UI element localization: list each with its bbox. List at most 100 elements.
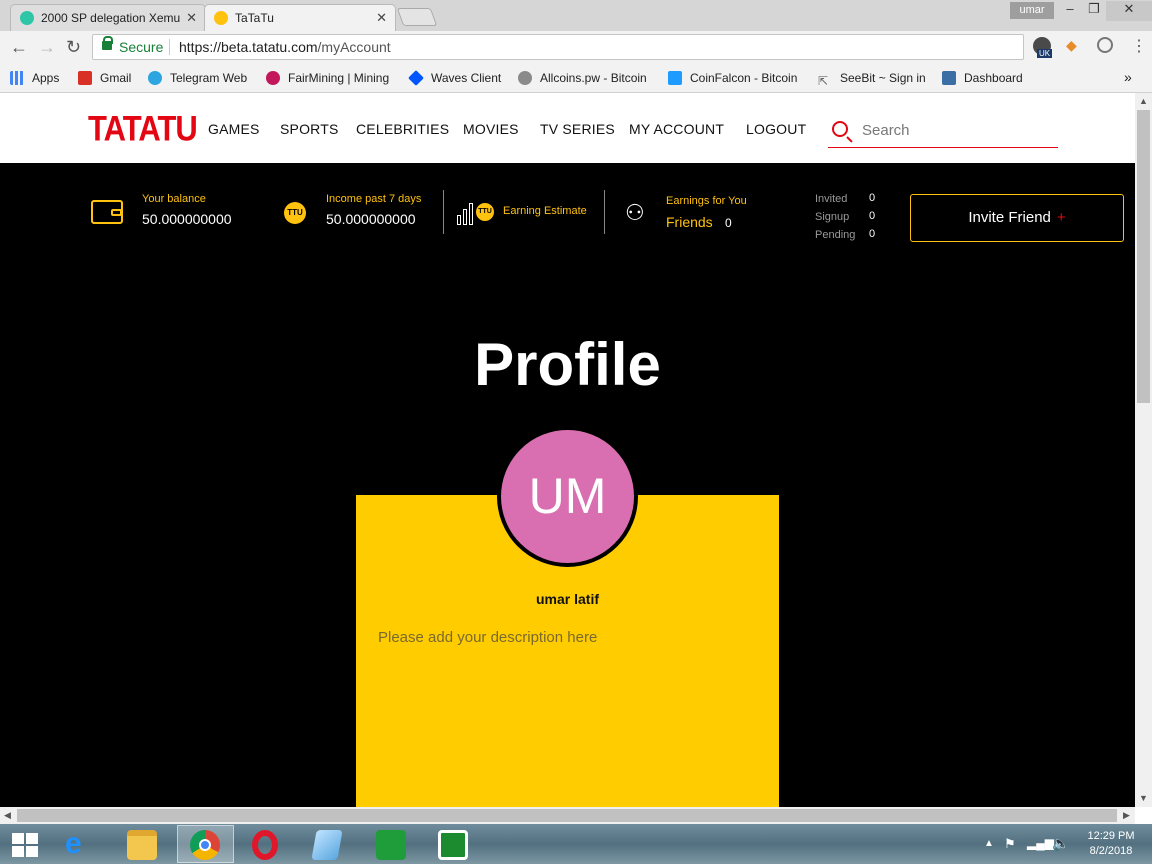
bookmark-dashboard[interactable]: Dashboard [942,71,1023,85]
metamask-fox-icon[interactable]: ◆ [1066,37,1077,54]
bookmarks-bar: Apps Gmail Telegram Web FairMining | Min… [0,64,1152,93]
taskbar-clock[interactable]: 12:29 PM 8/2/2018 [1082,829,1140,859]
nav-my-account[interactable]: MY ACCOUNT [629,121,724,137]
site-header: TATATU GAMES SPORTS CELEBRITIES MOVIES T… [0,93,1135,163]
notes-app-icon[interactable] [311,830,343,860]
windows-taskbar: e ▲ ⚑ ▂▄▆ 🔈 12:29 PM 8/2/2018 [0,824,1152,864]
scroll-up-arrow-icon[interactable]: ▲ [1139,96,1148,106]
page-title: Profile [474,331,661,398]
lock-icon [102,36,113,50]
wallet-icon [91,200,123,224]
browser-tab-strip: 2000 SP delegation Xemu ✕ TaTaTu ✕ umar … [0,0,1152,31]
waves-icon [408,70,424,86]
tab-title: TaTaTu [235,11,274,25]
bookmark-telegram[interactable]: Telegram Web [148,71,247,85]
close-tab-icon[interactable]: ✕ [376,10,387,26]
balance-value: 50.000000000 [142,211,232,227]
vertical-scrollbar[interactable]: ▲ ▼ [1135,93,1152,807]
back-arrow-icon[interactable]: ← [10,37,28,58]
income-value: 50.000000000 [326,211,416,227]
seebit-icon: ⇱ [818,74,829,88]
volume-icon[interactable]: 🔈 [1052,835,1069,852]
store-icon[interactable] [376,830,406,860]
secure-label: Secure [119,39,164,55]
bookmark-allcoins[interactable]: Allcoins.pw - Bitcoin [518,71,647,85]
more-bookmarks-icon[interactable]: » [1124,69,1132,85]
friends-label: Friends [666,214,713,230]
search-icon[interactable] [832,121,848,137]
clock-date: 8/2/2018 [1089,845,1133,857]
divider [443,190,444,234]
earning-estimate-label[interactable]: Earning Estimate [503,205,587,217]
bookmark-seebit[interactable]: ⇱ SeeBit ~ Sign in [818,71,926,88]
tatatu-logo[interactable]: TATATU [88,108,198,149]
signup-value: 0 [869,210,876,222]
ttu-coin-icon: TTU [476,203,494,221]
avatar[interactable]: UM [497,426,638,567]
window-user-badge[interactable]: umar [1010,2,1054,19]
file-explorer-icon[interactable] [127,830,157,860]
nav-logout[interactable]: LOGOUT [746,121,806,137]
divider [169,39,170,55]
nav-celebrities[interactable]: CELEBRITIES [356,121,449,137]
maximize-button[interactable]: ❐ [1080,1,1108,21]
url-text[interactable]: https://beta.tatatu.com/myAccount [179,39,391,55]
forward-arrow-icon[interactable]: → [38,37,56,58]
search-input[interactable] [862,119,1052,141]
bookmark-gmail[interactable]: Gmail [78,71,131,85]
scroll-thumb[interactable] [17,809,1117,822]
network-icon[interactable]: ▂▄▆ [1027,836,1054,850]
tab-title: 2000 SP delegation Xemu [41,11,181,25]
extension-c-icon[interactable] [1097,37,1113,53]
menu-dots-icon[interactable]: ⋮ [1131,36,1147,56]
tray-expand-icon[interactable]: ▲ [984,838,994,849]
telegram-icon [148,71,162,85]
internet-explorer-icon[interactable]: e [65,829,95,860]
friends-value: 0 [725,216,732,230]
profile-description[interactable]: Please add your description here [378,629,597,646]
nav-games[interactable]: GAMES [208,121,260,137]
tab-xemu[interactable]: 2000 SP delegation Xemu ✕ [10,4,206,31]
invite-friend-button[interactable]: Invite Friend + [910,194,1124,242]
bookmark-fairmining[interactable]: FairMining | Mining [266,71,389,85]
earnings-for-you-label: Earnings for You [666,195,747,207]
friends-group-icon: ⚇ [625,200,645,225]
scroll-left-arrow-icon[interactable]: ◀ [4,810,11,821]
scroll-right-arrow-icon[interactable]: ▶ [1123,810,1130,821]
extension-badge: UK [1037,49,1053,58]
bookmark-waves[interactable]: Waves Client [408,70,501,86]
profile-name: umar latif [535,591,599,607]
dashboard-icon [942,71,956,85]
fairmining-icon [266,71,280,85]
scroll-thumb[interactable] [1137,110,1150,403]
apps-grid-icon [10,71,24,85]
scroll-down-arrow-icon[interactable]: ▼ [1139,793,1148,803]
bookmark-coinfalcon[interactable]: CoinFalcon - Bitcoin [668,71,797,85]
tab-tatatu[interactable]: TaTaTu ✕ [204,4,396,31]
bookmark-apps[interactable]: Apps [10,71,59,85]
horizontal-scrollbar[interactable]: ◀ ▶ [0,807,1135,824]
gmail-icon [78,71,92,85]
page-content: TATATU GAMES SPORTS CELEBRITIES MOVIES T… [0,93,1135,807]
invited-value: 0 [869,192,876,204]
address-bar[interactable]: Secure https://beta.tatatu.com/myAccount [92,34,1024,60]
xemu-favicon-icon [20,11,34,25]
close-tab-icon[interactable]: ✕ [186,10,197,26]
nav-movies[interactable]: MOVIES [463,121,519,137]
close-window-button[interactable]: ✕ [1106,1,1152,21]
chrome-icon[interactable] [190,830,220,860]
reload-icon[interactable]: ↻ [66,37,81,58]
pending-value: 0 [869,228,876,240]
income-label: Income past 7 days [326,193,422,205]
nav-sports[interactable]: SPORTS [280,121,339,137]
windows-start-icon[interactable] [12,833,38,857]
opera-icon[interactable] [252,830,278,860]
signup-label: Signup [815,211,850,223]
action-center-flag-icon[interactable]: ⚑ [1004,836,1016,852]
calculator-icon[interactable] [438,830,468,860]
pending-label: Pending [815,229,856,241]
plus-icon: + [1056,209,1066,226]
invite-friend-label: Invite Friend [968,209,1051,226]
nav-tv-series[interactable]: TV SERIES [540,121,615,137]
new-tab-button[interactable] [396,8,438,26]
